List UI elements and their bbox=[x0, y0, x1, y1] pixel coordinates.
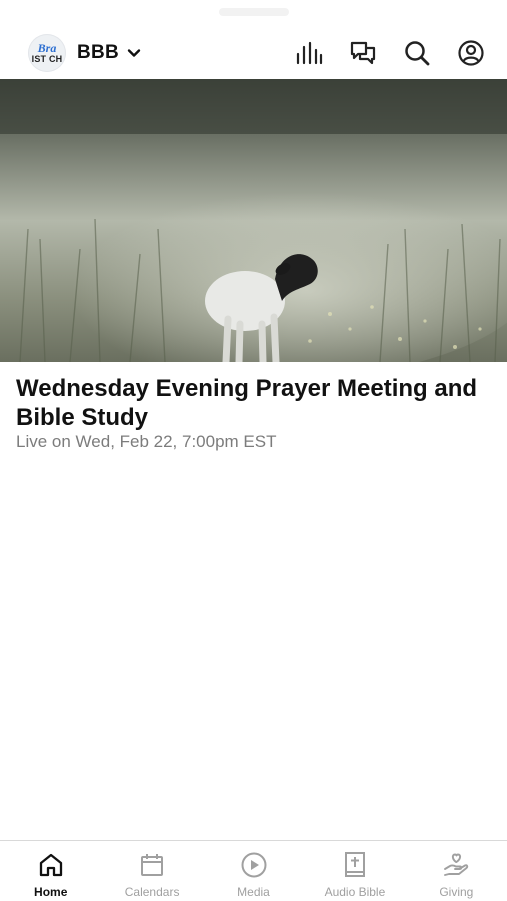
status-indicator bbox=[218, 8, 289, 16]
church-name: BBB bbox=[77, 42, 120, 63]
app-header: Bra IST CH BBB bbox=[0, 28, 507, 78]
featured-event-title[interactable]: Wednesday Evening Prayer Meeting and Bib… bbox=[16, 374, 491, 432]
tab-audio-bible[interactable]: Audio Bible bbox=[304, 841, 405, 901]
account-icon[interactable] bbox=[457, 39, 485, 67]
bottom-tab-bar: Home Calendars Media Audio Bible Giving bbox=[0, 840, 507, 901]
header-actions bbox=[295, 39, 485, 67]
church-logo[interactable]: Bra IST CH bbox=[28, 34, 66, 72]
tab-media-label: Media bbox=[237, 885, 270, 899]
tab-media[interactable]: Media bbox=[203, 841, 304, 901]
chevron-down-icon bbox=[127, 48, 141, 58]
tab-home[interactable]: Home bbox=[0, 841, 101, 901]
featured-event-image[interactable] bbox=[0, 79, 507, 362]
home-icon bbox=[38, 850, 64, 880]
tab-audio-bible-label: Audio Bible bbox=[324, 885, 386, 899]
audio-bars-icon[interactable] bbox=[295, 39, 323, 67]
featured-event-time: Live on Wed, Feb 22, 7:00pm EST bbox=[16, 432, 277, 451]
chat-bubbles-icon[interactable] bbox=[349, 39, 377, 67]
church-switcher[interactable]: BBB bbox=[77, 42, 141, 64]
search-icon[interactable] bbox=[403, 39, 431, 67]
tab-calendars-label: Calendars bbox=[124, 885, 180, 899]
tab-calendars[interactable]: Calendars bbox=[101, 841, 202, 901]
tab-giving-label: Giving bbox=[439, 885, 474, 899]
logo-line-2: IST CH bbox=[31, 54, 63, 64]
tab-giving[interactable]: Giving bbox=[406, 841, 507, 901]
bible-icon bbox=[342, 850, 368, 880]
tab-home-label: Home bbox=[34, 885, 68, 899]
calendar-icon bbox=[139, 850, 165, 880]
play-circle-icon bbox=[240, 850, 268, 880]
logo-line-1: Bra bbox=[37, 41, 57, 55]
giving-icon bbox=[442, 850, 470, 880]
